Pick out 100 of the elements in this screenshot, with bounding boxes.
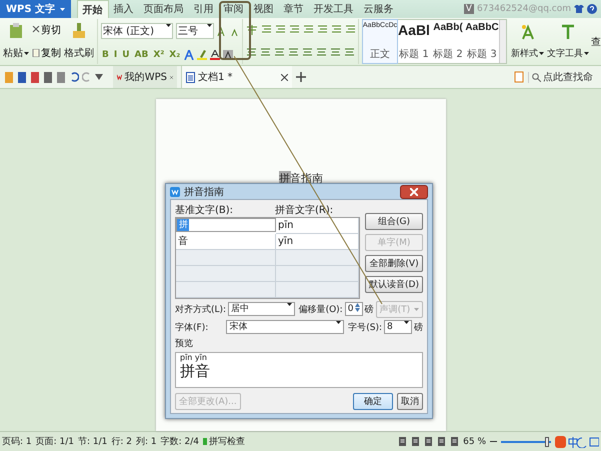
base-text-field[interactable]: [176, 266, 276, 282]
status-item: 字数: 2/4: [160, 436, 200, 448]
zoom-out-icon[interactable]: [490, 438, 497, 445]
alignment-icon[interactable]: [246, 48, 257, 58]
ribbon-button[interactable]: 查: [591, 34, 601, 48]
caret-icon: [24, 52, 29, 55]
close-button[interactable]: [400, 184, 428, 198]
ribbon-tab[interactable]: 审阅: [218, 0, 249, 18]
size-dropdown[interactable]: 8: [384, 320, 412, 334]
ruby-text-field[interactable]: [276, 282, 360, 298]
alignment-icon[interactable]: [330, 48, 341, 58]
dialog-button[interactable]: 全部删除(V): [365, 255, 423, 272]
add-tab-icon[interactable]: [296, 72, 306, 82]
status-item: 页码: 1: [2, 436, 32, 448]
view-mode-icon[interactable]: [398, 436, 408, 447]
paste-button[interactable]: 粘贴: [2, 19, 30, 64]
font-family-dropdown[interactable]: 宋体 (正文): [101, 23, 173, 40]
grow-font-icon[interactable]: [217, 26, 227, 36]
gallery-scrollbar[interactable]: [499, 20, 506, 63]
caret-icon: [414, 308, 419, 311]
view-mode-icon[interactable]: [411, 436, 420, 447]
ok-button[interactable]: 确定: [353, 393, 393, 410]
ribbon-tab[interactable]: 章节: [278, 0, 309, 18]
document-tab[interactable]: 文档1 *: [181, 66, 292, 88]
zoom-percentage[interactable]: 65 %: [463, 436, 486, 446]
page-icon[interactable]: [514, 71, 524, 83]
paragraph-tool-icon[interactable]: [345, 24, 356, 35]
document-tab[interactable]: 我的WPS: [113, 66, 177, 88]
ribbon-tab[interactable]: 开始: [76, 0, 109, 18]
alignment-dropdown[interactable]: 居中: [228, 302, 295, 316]
brush-icon: [72, 23, 86, 40]
toolbar-document-icon[interactable]: [30, 72, 40, 82]
font-dropdown[interactable]: 宋体: [226, 320, 344, 334]
zoom-slider-thumb[interactable]: [545, 436, 549, 446]
new-style-button[interactable]: 新样式: [510, 19, 545, 64]
text-effect-icon[interactable]: [184, 50, 194, 60]
paragraph-tool-icon[interactable]: [289, 24, 300, 35]
alignment-icon[interactable]: [288, 48, 299, 58]
ribbon-tab[interactable]: 页面布局: [138, 0, 189, 18]
letter-sparkle-icon: [520, 24, 536, 40]
status-item: 节: 1/1: [78, 436, 108, 448]
toolbar-document-icon[interactable]: [17, 72, 27, 82]
character-shading-icon[interactable]: [223, 50, 234, 60]
letter-t-icon: [560, 24, 576, 40]
base-text-field[interactable]: [176, 250, 276, 266]
search-icon: [532, 72, 541, 82]
cut-button[interactable]: 剪切: [32, 23, 61, 38]
offset-spinner[interactable]: 0: [344, 302, 363, 316]
paragraph-tool-icon[interactable]: [303, 24, 314, 35]
unit-label: 磅: [364, 304, 374, 316]
alignment-icon[interactable]: [302, 48, 313, 58]
copy-button[interactable]: 复制: [32, 46, 61, 60]
caret-icon: [207, 24, 212, 28]
ribbon-tab[interactable]: 开发工具: [308, 0, 359, 18]
ruby-text-field[interactable]: [276, 266, 360, 282]
toolbar-document-icon[interactable]: [56, 72, 66, 82]
alignment-icon[interactable]: [274, 48, 285, 58]
ruby-text-field[interactable]: pīn: [276, 218, 360, 234]
alignment-icon[interactable]: [260, 48, 271, 58]
alignment-icon[interactable]: [316, 48, 327, 58]
font-color-icon[interactable]: [210, 50, 220, 60]
paragraph-tool-icon[interactable]: [275, 24, 286, 35]
paragraph-tool-icon[interactable]: [261, 24, 272, 35]
ribbon-tab[interactable]: 插入: [108, 0, 139, 18]
base-text-field[interactable]: [176, 282, 276, 298]
paragraph-tool-icon[interactable]: [317, 24, 328, 35]
style-preset[interactable]: AaBb( 标题 2: [431, 20, 465, 63]
view-mode-icon[interactable]: [437, 436, 446, 447]
app-menu-button[interactable]: WPS 文字: [0, 0, 71, 18]
close-icon[interactable]: [170, 74, 173, 80]
search-field[interactable]: 点此查找命: [528, 72, 601, 82]
status-item: 页面: 1/1: [36, 436, 74, 448]
field-label: 偏移量(O):: [298, 304, 343, 316]
font-size-dropdown[interactable]: 三号: [176, 23, 214, 40]
scissors-icon: [32, 26, 40, 34]
copy-icon: [32, 48, 40, 57]
ribbon-tab[interactable]: 视图: [248, 0, 279, 18]
style-preset[interactable]: AaBbC 标题 3: [465, 20, 499, 63]
undo-icon[interactable]: [69, 72, 79, 82]
format-painter-button[interactable]: 格式刷: [63, 19, 95, 64]
view-mode-icon[interactable]: [424, 436, 434, 447]
spell-check-status[interactable]: 拼写检查: [203, 435, 246, 448]
document-icon: [186, 72, 195, 82]
ribbon-tab[interactable]: 引用: [188, 0, 219, 18]
view-mode-icon[interactable]: [450, 436, 460, 447]
toolbar-document-icon[interactable]: [43, 72, 53, 82]
dialog-title: 拼音指南: [184, 186, 224, 198]
paragraph-tool-icon[interactable]: [331, 24, 342, 35]
text-tools-button[interactable]: 文字工具: [548, 19, 588, 64]
ruby-text-field[interactable]: [276, 250, 360, 266]
unit-label: 磅: [414, 322, 423, 334]
close-icon[interactable]: [281, 74, 288, 80]
cancel-button[interactable]: 取消: [397, 393, 423, 410]
shirt-icon[interactable]: [574, 4, 584, 14]
alignment-icon[interactable]: [344, 48, 355, 58]
help-icon[interactable]: [587, 4, 597, 14]
dropdown-arrow-icon[interactable]: [95, 74, 103, 80]
dialog-button[interactable]: 组合(G): [365, 213, 423, 230]
style-preset[interactable]: AaBl 标题 1: [397, 20, 431, 63]
ribbon-tab[interactable]: 云服务: [358, 0, 399, 18]
